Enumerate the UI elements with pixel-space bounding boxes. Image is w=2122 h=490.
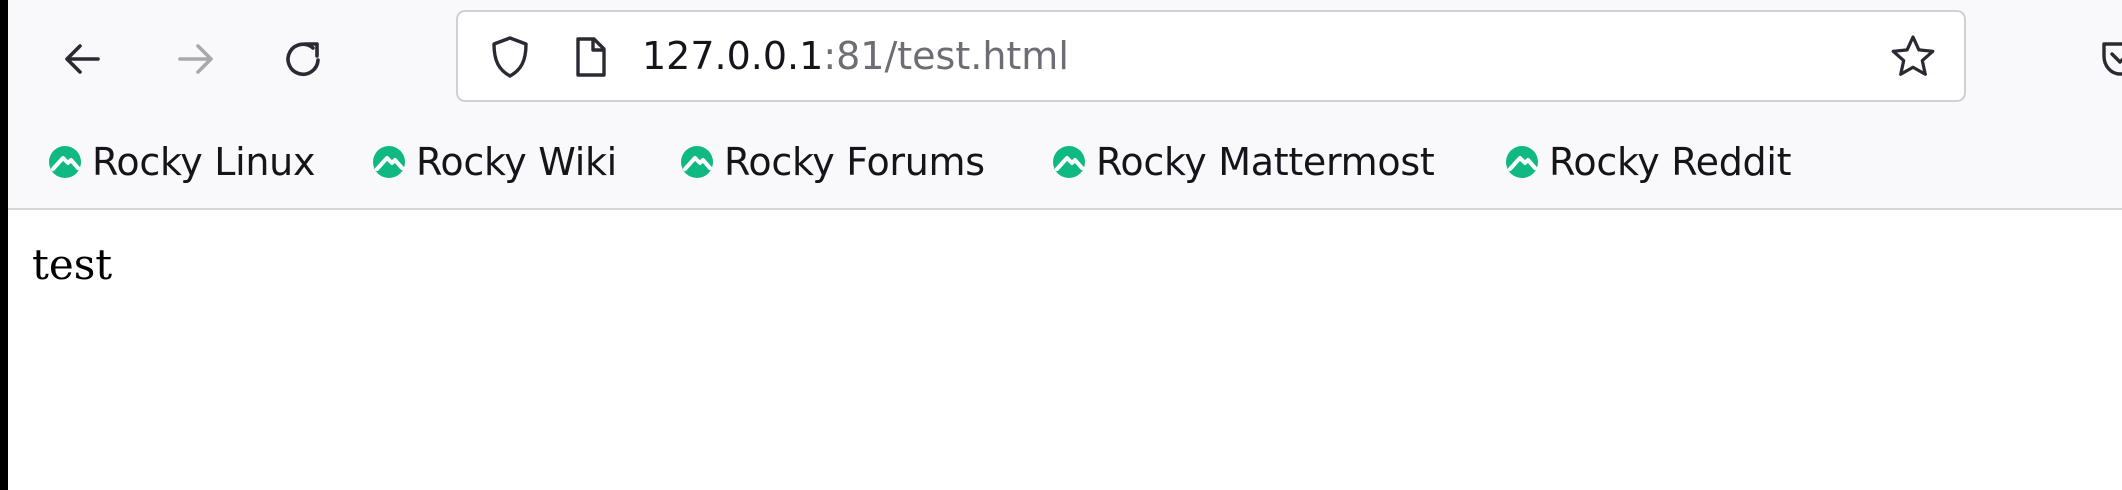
arrow-right-icon <box>178 44 213 74</box>
bookmark-label: Rocky Reddit <box>1549 140 1792 184</box>
rocky-logo-icon <box>49 146 81 178</box>
star-icon[interactable] <box>1888 32 1938 82</box>
shield-icon[interactable] <box>488 34 532 80</box>
page-body-text: test <box>32 240 113 289</box>
rocky-logo-icon <box>373 146 405 178</box>
url-bar[interactable]: 127.0.0.1:81/test.html <box>456 10 1966 102</box>
bookmark-rocky-forums[interactable]: Rocky Forums <box>680 132 985 192</box>
arrow-left-icon <box>65 44 100 74</box>
rocky-logo-icon <box>681 146 713 178</box>
page-content: test <box>8 210 2122 490</box>
bookmark-label: Rocky Wiki <box>416 140 617 184</box>
browser-window: 127.0.0.1:81/test.html Rocky Linux Rocky… <box>0 0 2122 490</box>
forward-button[interactable] <box>164 27 228 91</box>
bookmark-label: Rocky Linux <box>92 140 316 184</box>
bookmark-rocky-reddit[interactable]: Rocky Reddit <box>1505 132 1792 192</box>
navigation-toolbar: 127.0.0.1:81/test.html <box>8 0 2122 118</box>
window-edge <box>0 0 8 490</box>
pocket-icon[interactable] <box>2098 36 2122 80</box>
url-path: :81/test.html <box>823 34 1069 78</box>
bookmark-label: Rocky Mattermost <box>1096 140 1435 184</box>
url-text[interactable]: 127.0.0.1:81/test.html <box>642 12 1069 100</box>
page-icon[interactable] <box>572 34 610 80</box>
reload-button[interactable] <box>272 27 336 91</box>
reload-icon <box>286 42 320 76</box>
rocky-logo-icon <box>1053 146 1085 178</box>
bookmarks-toolbar: Rocky Linux Rocky Wiki Rocky Forums Rock… <box>8 118 2122 210</box>
bookmark-rocky-wiki[interactable]: Rocky Wiki <box>372 132 617 192</box>
bookmark-rocky-linux[interactable]: Rocky Linux <box>48 132 315 192</box>
back-button[interactable] <box>50 27 114 91</box>
bookmark-label: Rocky Forums <box>724 140 985 184</box>
url-host: 127.0.0.1 <box>642 34 824 78</box>
bookmark-rocky-mattermost[interactable]: Rocky Mattermost <box>1052 132 1435 192</box>
rocky-logo-icon <box>1506 146 1538 178</box>
